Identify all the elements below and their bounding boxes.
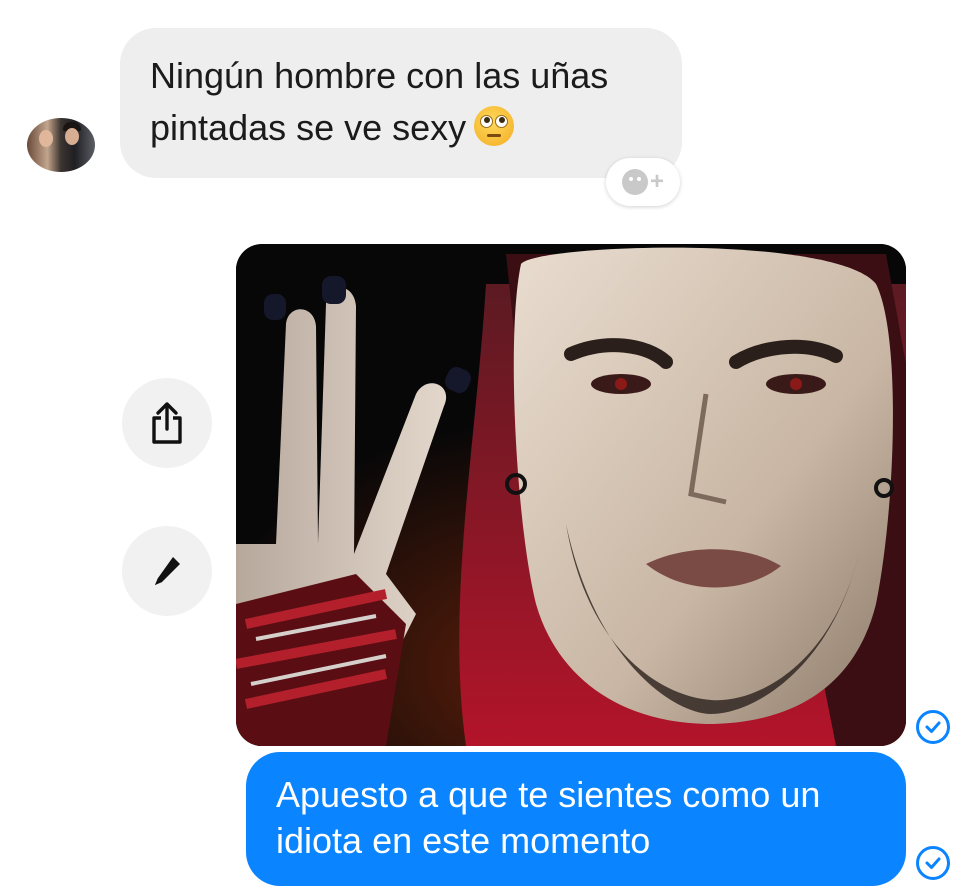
delivered-check-icon [916, 846, 950, 880]
pencil-icon [155, 557, 180, 585]
incoming-message-bubble[interactable]: Ningún hombre con las uñas pintadas se v… [120, 28, 682, 178]
delivered-check-icon [916, 710, 950, 744]
share-button[interactable] [122, 378, 212, 468]
sender-avatar[interactable] [27, 118, 95, 172]
rolling-eyes-emoji-icon [474, 106, 515, 146]
edit-button[interactable] [122, 526, 212, 616]
add-reaction-button[interactable]: + [606, 158, 680, 206]
smiley-icon [621, 169, 648, 195]
plus-icon: + [649, 168, 664, 195]
outgoing-message-bubble[interactable]: Apuesto a que te sientes como un idiota … [246, 752, 906, 886]
outgoing-message-text: Apuesto a que te sientes como un idiota … [276, 774, 821, 861]
outgoing-image-message[interactable] [236, 244, 906, 746]
share-icon [152, 402, 182, 444]
incoming-message-text: Ningún hombre con las uñas pintadas se v… [150, 55, 609, 148]
wrestler-photo [236, 244, 906, 746]
